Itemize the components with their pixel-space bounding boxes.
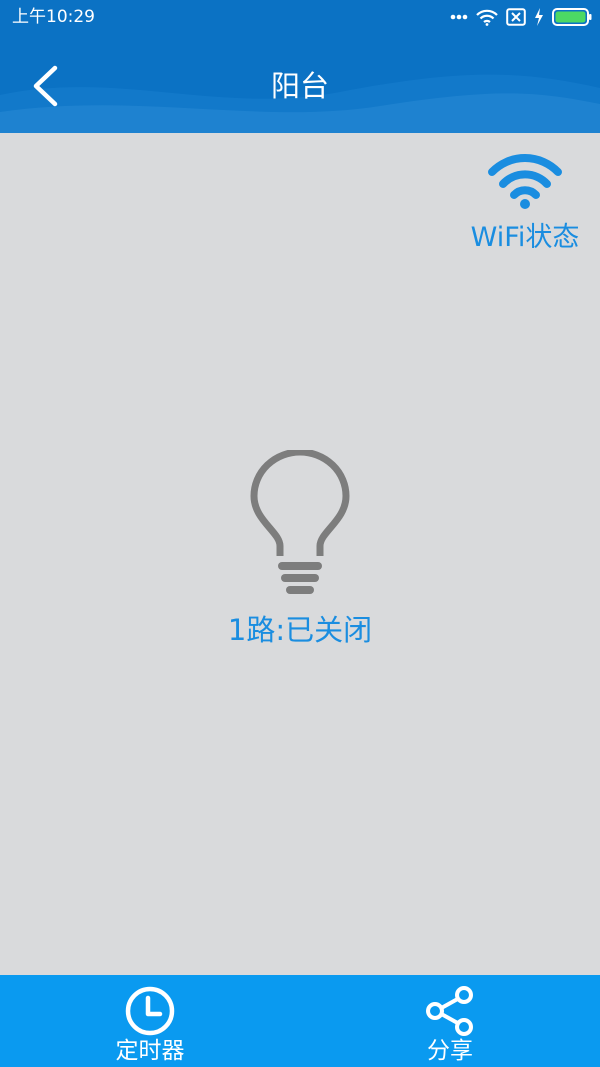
nav-timer-button[interactable]: 定时器 — [50, 975, 250, 1067]
app-screen: 上午10:29 阳台 WiFi状态 1路:已关闭 定时器 分享 — [0, 0, 600, 1067]
nav-timer-label: 定时器 — [115, 1038, 185, 1064]
status-bar: 上午10:29 — [0, 0, 600, 36]
sim-no-signal-icon — [506, 8, 526, 26]
top-bar: 上午10:29 阳台 — [0, 0, 600, 133]
wifi-status-label: WiFi状态 — [470, 222, 580, 253]
light-toggle-button[interactable] — [248, 448, 352, 596]
nav-share-button[interactable]: 分享 — [350, 975, 550, 1067]
clock-icon — [125, 986, 175, 1036]
lightbulb-icon — [250, 448, 350, 594]
battery-icon — [552, 8, 592, 26]
wifi-icon — [488, 154, 562, 209]
wifi-status-button[interactable]: WiFi状态 — [464, 152, 586, 257]
status-time: 上午10:29 — [12, 7, 95, 27]
more-dots-icon — [450, 14, 468, 20]
channel-status-text: 1路:已关闭 — [227, 613, 373, 647]
share-icon — [426, 986, 473, 1036]
wifi-signal-icon — [476, 9, 498, 26]
charging-bolt-icon — [535, 8, 543, 26]
app-header: 阳台 — [0, 36, 600, 133]
page-title: 阳台 — [270, 69, 329, 103]
nav-share-label: 分享 — [427, 1038, 473, 1064]
bottom-nav: 定时器 分享 — [0, 975, 600, 1067]
status-icons — [450, 6, 592, 28]
